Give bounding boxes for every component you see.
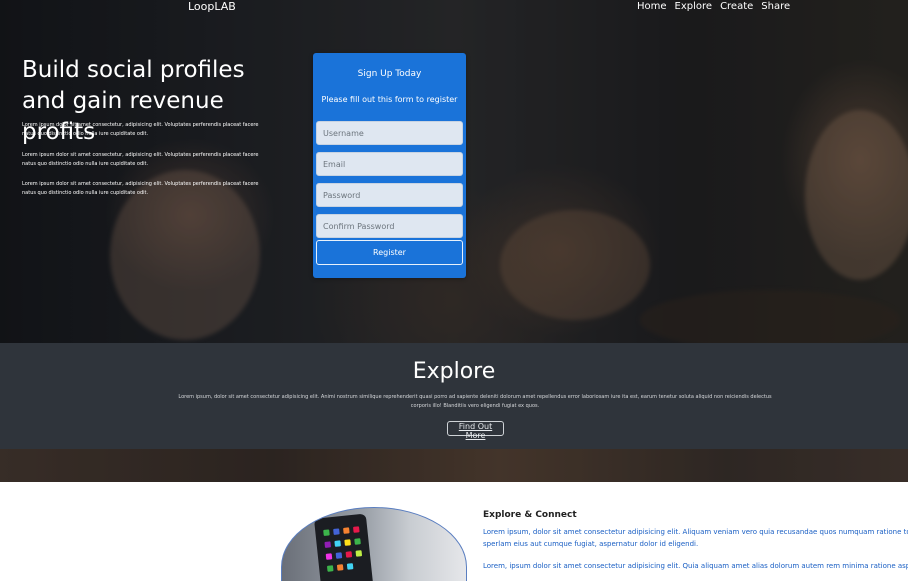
app-icon [333,528,340,535]
app-icon [325,553,333,560]
strip-overlay [0,449,908,482]
hero-paragraph: Lorem ipsum dolor sit amet consectetur, … [22,122,259,137]
brand-logo[interactable]: LoopLAB [188,0,236,13]
app-icon [336,564,344,571]
app-icon [343,527,350,534]
app-icon [344,539,351,546]
app-icon [346,563,354,570]
hero-paragraph: Lorem ipsum dolor sit amet consectetur, … [22,181,259,196]
hero-paragraph: Lorem ipsum dolor sit amet consectetur, … [22,152,259,167]
app-icon [345,551,353,558]
app-icon [335,552,343,559]
username-input[interactable] [316,121,463,145]
nav-link-explore[interactable]: Explore [675,0,713,13]
explore-title: Explore [412,359,496,384]
app-icon [326,565,334,572]
register-button[interactable]: Register [316,240,463,265]
nav-links: Home Explore Create Share [637,0,790,13]
top-navbar: LoopLAB Home Explore Create Share [0,0,908,14]
explore-text: Lorem ipsum, dolor sit amet consectetur … [178,394,772,409]
app-icon [324,541,332,548]
find-out-more-button[interactable]: Find Out More [447,421,504,440]
email-input[interactable] [316,152,463,176]
phone-image [281,507,467,581]
password-input[interactable] [316,183,463,207]
nav-link-home[interactable]: Home [637,0,667,13]
signup-subtitle: Please fill out this form to register [321,95,458,104]
connect-paragraph: Lorem ipsum, dolor sit amet consectetur … [483,528,908,536]
app-icon [334,540,341,547]
signup-form: Sign Up Today Please fill out this form … [313,53,466,278]
smartphone-illustration [313,513,375,581]
nav-link-create[interactable]: Create [720,0,753,13]
app-icon [323,529,330,537]
connect-paragraph: Lorem, ipsum dolor sit amet consectetur … [483,562,908,570]
connect-title: Explore & Connect [483,510,577,520]
confirm-password-input[interactable] [316,214,463,238]
nav-link-share[interactable]: Share [761,0,790,13]
app-icon [354,538,361,545]
app-icon [353,526,360,533]
explore-section: Explore Lorem ipsum, dolor sit amet cons… [0,343,908,449]
background-photo-strip [0,449,908,482]
connect-section: Explore & Connect Lorem ipsum, dolor sit… [0,482,908,581]
app-icon [355,550,363,557]
connect-paragraph: sperlam eius aut cumque fugiat, aspernat… [483,540,699,548]
signup-title: Sign Up Today [357,69,422,79]
